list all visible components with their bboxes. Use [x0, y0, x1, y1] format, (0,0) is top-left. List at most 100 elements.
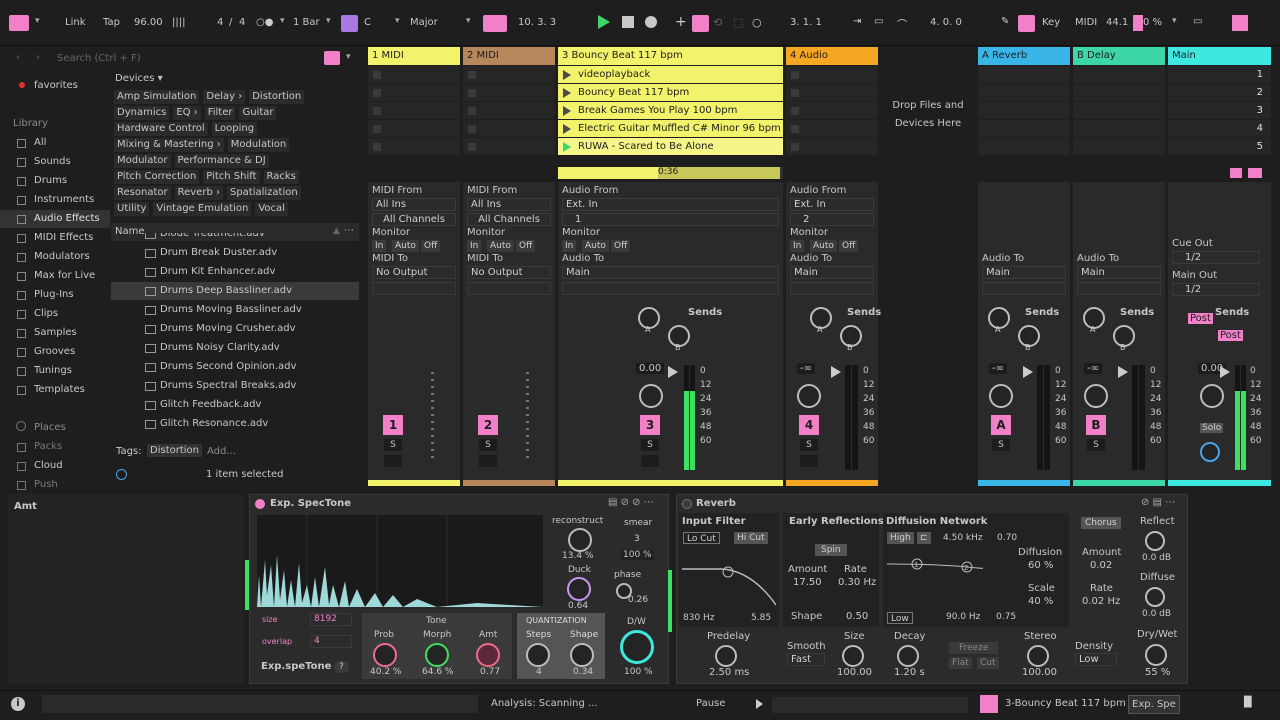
song-position[interactable]: 10. 3. 3 [518, 17, 556, 28]
clip-slot[interactable] [368, 138, 460, 155]
favorites-label[interactable]: favorites [34, 80, 78, 91]
pan-knob[interactable] [797, 384, 821, 408]
device-tag[interactable]: Performance & DJ [174, 154, 269, 168]
clip-slot[interactable] [978, 102, 1070, 119]
dry-wet-knob[interactable] [620, 630, 654, 664]
drop-zone-text[interactable]: Drop Files and Devices Here [888, 97, 968, 133]
pan-knob[interactable] [1084, 384, 1108, 408]
library-item[interactable]: Audio Effects [0, 210, 110, 228]
slot-stop-icon[interactable] [373, 71, 381, 79]
rate-value[interactable]: 0.30 Hz [838, 577, 876, 588]
device-tag[interactable]: Mixing & Mastering › [114, 138, 224, 152]
library-item[interactable]: Drums [0, 172, 110, 190]
diffusion-value[interactable]: 60 % [1028, 560, 1053, 571]
punch-in-icon[interactable]: ⇥ [853, 16, 861, 27]
bpm-field[interactable]: 96.00 [134, 17, 163, 28]
record-icon[interactable] [645, 16, 657, 28]
device-tag[interactable]: Guitar [239, 106, 277, 120]
clip-slot[interactable] [368, 120, 460, 137]
add-tag-button[interactable]: Add... [207, 446, 236, 457]
overdub-icon[interactable]: + [675, 14, 687, 30]
device-tag[interactable]: Racks [263, 170, 299, 184]
amount-value[interactable]: 17.50 [793, 577, 822, 588]
track-header-4[interactable]: 4 Audio [786, 47, 878, 65]
monitor-off[interactable]: Off [611, 240, 631, 252]
slot-stop-icon[interactable] [373, 143, 381, 151]
play-preview-icon[interactable] [756, 699, 763, 709]
monitor-off[interactable]: Off [839, 240, 859, 252]
scale-mode-icon[interactable] [341, 15, 358, 32]
device-tag[interactable]: Delay › [203, 90, 246, 104]
automation-arm-icon[interactable] [692, 15, 709, 32]
punch-out-icon[interactable]: ⌒ [897, 16, 907, 31]
slot-stop-icon[interactable] [791, 71, 799, 79]
midi-to-select[interactable]: No Output [372, 266, 456, 279]
clip-slot[interactable] [463, 120, 555, 137]
shape-value[interactable]: 0.50 [846, 611, 868, 622]
monitor-auto[interactable]: Auto [810, 240, 837, 252]
clip-slot[interactable] [368, 102, 460, 119]
library-item[interactable]: Modulators [0, 248, 110, 266]
scene-slot[interactable]: 1 [1168, 66, 1271, 83]
clip-slot[interactable] [1073, 66, 1165, 83]
slot-stop-icon[interactable] [791, 143, 799, 151]
library-item[interactable]: Plug-Ins [0, 286, 110, 304]
clip-slot[interactable] [978, 120, 1070, 137]
audio-to-select[interactable]: Main [982, 266, 1066, 279]
cue-out-select[interactable]: 1/2 [1172, 251, 1260, 264]
volume-value[interactable]: -∞ [1084, 363, 1102, 374]
device-tag[interactable]: Hardware Control [114, 122, 208, 136]
reconstruct-knob[interactable] [568, 528, 592, 552]
help-button[interactable]: ? [334, 661, 349, 673]
clip-play-icon[interactable] [563, 70, 571, 80]
solo-button[interactable]: S [479, 439, 497, 451]
monitor-in[interactable]: In [372, 240, 387, 252]
library-item[interactable]: Grooves [0, 343, 110, 361]
solo-button[interactable]: Solo [1200, 423, 1224, 433]
scale-value[interactable]: 40 % [1028, 596, 1053, 607]
monitor-in[interactable]: In [467, 240, 482, 252]
library-item[interactable]: Clips [0, 305, 110, 323]
clip-slot[interactable] [463, 138, 555, 155]
library-item[interactable]: All [0, 134, 110, 152]
stop-icon[interactable] [622, 16, 634, 28]
flat-button[interactable]: Flat [949, 657, 972, 669]
device-tag[interactable]: Pitch Shift [203, 170, 260, 184]
slot-stop-icon[interactable] [791, 125, 799, 133]
volume-value[interactable]: 0.00 [636, 363, 665, 374]
track-activator[interactable]: B [1086, 415, 1106, 435]
scale-select[interactable]: Major [410, 17, 438, 28]
scene-slot[interactable]: 2 [1168, 84, 1271, 101]
clip-slot[interactable] [786, 84, 878, 101]
follow-icon[interactable] [483, 15, 507, 32]
link-button[interactable]: Link [65, 17, 85, 28]
library-item[interactable]: Templates [0, 381, 110, 399]
prob-knob[interactable] [373, 643, 397, 667]
device-tag[interactable]: Utility [114, 202, 150, 216]
solo-button[interactable]: S [641, 439, 659, 451]
device-on-icon[interactable] [255, 499, 265, 509]
audio-from-select[interactable]: Ext. In [562, 198, 779, 211]
pan-icon[interactable] [1220, 366, 1230, 378]
pan-icon[interactable] [1118, 366, 1128, 378]
chorus-rate-value[interactable]: 0.02 Hz [1082, 596, 1120, 607]
library-item[interactable]: Tunings [0, 362, 110, 380]
clip-slot[interactable] [368, 84, 460, 101]
monitor-auto[interactable]: Auto [582, 240, 609, 252]
clip-slot[interactable] [786, 120, 878, 137]
audio-channel-select[interactable]: 1 [562, 213, 779, 226]
clip-play-icon[interactable] [563, 142, 571, 152]
device-tag[interactable]: Filter [204, 106, 236, 120]
loop-icon[interactable]: ⟲ [713, 16, 722, 29]
size-knob[interactable] [842, 645, 864, 667]
device-tag[interactable]: Resonator [114, 186, 171, 200]
clip-slot[interactable] [1073, 138, 1165, 155]
device-chain-icon[interactable]: ▐▌ [1240, 697, 1255, 708]
clip-play-icon[interactable] [563, 106, 571, 116]
freeze-button[interactable]: Freeze [949, 642, 999, 654]
stop-all-clips-icon-2[interactable] [1248, 168, 1262, 178]
pan-icon[interactable] [668, 366, 678, 378]
smear-percent[interactable]: 100 % [621, 550, 654, 560]
clip-slot[interactable] [786, 138, 878, 155]
pan-knob[interactable] [639, 384, 663, 408]
